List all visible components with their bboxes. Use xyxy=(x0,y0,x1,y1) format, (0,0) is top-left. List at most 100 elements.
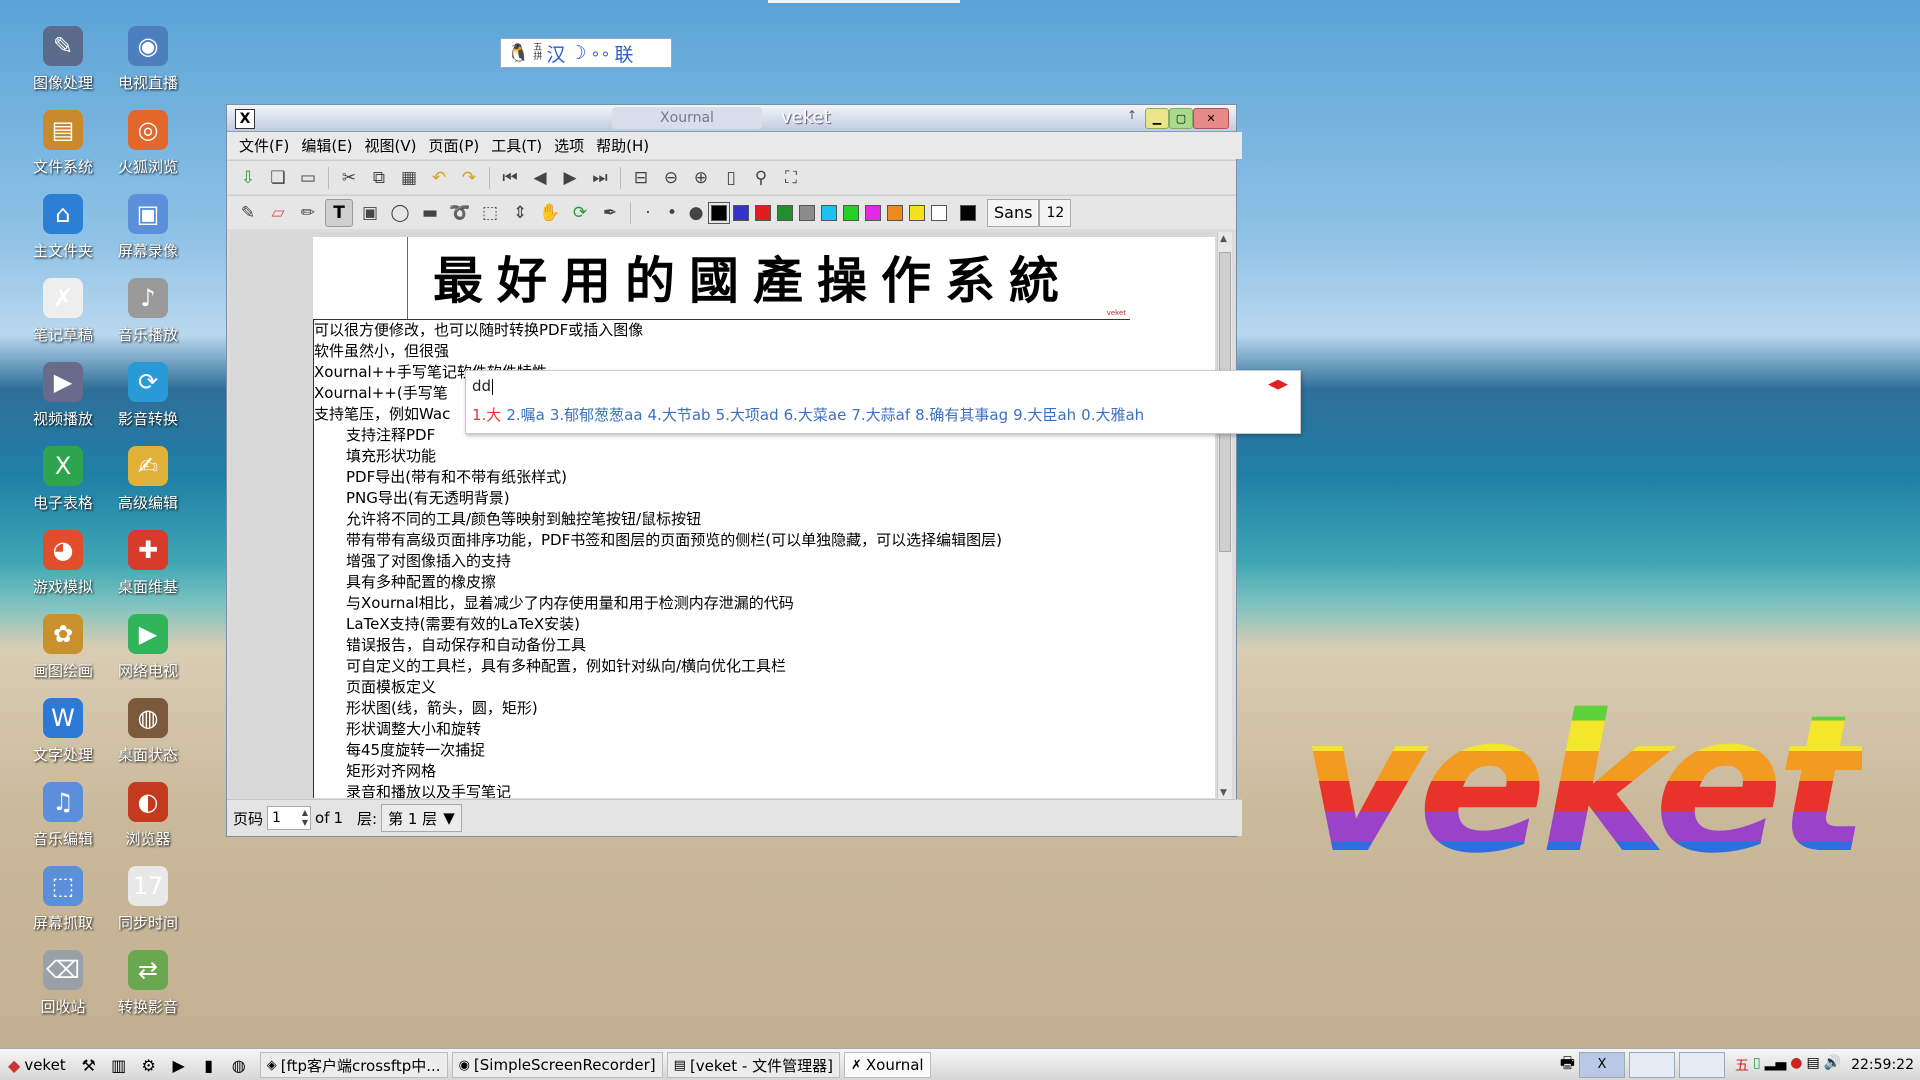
page-width-icon[interactable]: ▯ xyxy=(718,165,744,191)
undo-icon[interactable]: ↶ xyxy=(426,165,452,191)
banner-image[interactable]: 最好用的國產操作系統 veket xyxy=(313,237,1130,320)
color-swatch[interactable] xyxy=(708,201,730,224)
desktop-icon[interactable]: ✿ 画图绘画 xyxy=(22,610,104,690)
desktop-icon[interactable]: ◐ 浏览器 xyxy=(107,778,189,858)
ime-candidate[interactable]: 0.大雅ah xyxy=(1081,406,1144,424)
pen-size-button[interactable]: · xyxy=(638,200,658,226)
desktop-icon[interactable]: ◉ 电视直播 xyxy=(107,22,189,102)
menu-item[interactable]: 页面(P) xyxy=(423,135,486,156)
terminal-icon[interactable]: ▮ xyxy=(198,1054,220,1076)
menu-item[interactable]: 帮助(H) xyxy=(590,135,655,156)
shape-icon[interactable]: ◯ xyxy=(387,200,413,226)
printer-icon[interactable]: 🖶 xyxy=(1560,1052,1575,1079)
hand-icon[interactable]: ✋ xyxy=(537,200,563,226)
copy-icon[interactable]: ⧉ xyxy=(366,165,392,191)
color-swatch[interactable] xyxy=(865,204,881,221)
first-page-icon[interactable]: ⏮ xyxy=(497,165,523,191)
pen-size-button[interactable]: • xyxy=(662,200,682,226)
desktop-icon[interactable]: ▣ 屏幕录像 xyxy=(107,190,189,270)
zoom-out-icon[interactable]: ⊖ xyxy=(658,165,684,191)
image-icon[interactable]: ▣ xyxy=(357,200,383,226)
color-swatch[interactable] xyxy=(843,204,859,221)
menu-item[interactable]: 编辑(E) xyxy=(295,135,358,156)
color-swatch[interactable] xyxy=(755,204,771,221)
ime-mode[interactable]: 五 拼 xyxy=(533,44,542,62)
system-monitor-icon[interactable]: ▥ xyxy=(108,1054,130,1076)
ime-candidate[interactable]: 1.大 xyxy=(472,406,501,424)
pen-icon[interactable]: ✎ xyxy=(235,200,261,226)
page-spinner[interactable]: 1 ▲ ▼ xyxy=(267,806,312,830)
cut-icon[interactable]: ✂ xyxy=(336,165,362,191)
globe-icon[interactable]: ◍ xyxy=(228,1054,250,1076)
eraser-icon[interactable]: ▱ xyxy=(265,200,291,226)
network-icon[interactable]: ⚙ xyxy=(138,1054,160,1076)
desktop-icon[interactable]: ⌂ 主文件夹 xyxy=(22,190,104,270)
chevron-down-icon[interactable]: ▼ xyxy=(443,809,455,827)
penguin-icon[interactable]: 🐧 xyxy=(507,43,529,64)
xournal-app-icon[interactable]: X xyxy=(235,109,255,129)
tools-icon[interactable]: ⚒ xyxy=(78,1054,100,1076)
ime-link[interactable]: 联 xyxy=(615,40,634,67)
desktop-icon[interactable]: ♫ 音乐编辑 xyxy=(22,778,104,858)
color-swatch[interactable] xyxy=(887,204,903,221)
desktop-icon[interactable]: W 文字处理 xyxy=(22,694,104,774)
ime-candidate[interactable]: 6.大菜ae xyxy=(784,406,847,424)
fullscreen-icon[interactable]: ⛶ xyxy=(778,165,804,191)
menu-item[interactable]: 选项 xyxy=(548,135,590,156)
color-swatch[interactable] xyxy=(777,204,793,221)
ime-candidate[interactable]: 7.大蒜af xyxy=(851,406,910,424)
desktop-icon[interactable]: ⇄ 转换影音 xyxy=(107,946,189,1026)
last-page-icon[interactable]: ⏭ xyxy=(587,165,613,191)
desktop-icon[interactable]: ⬚ 屏幕抓取 xyxy=(22,862,104,942)
desktop-icon[interactable]: X 电子表格 xyxy=(22,442,104,522)
maximize-button[interactable]: ▢ xyxy=(1169,108,1193,129)
desktop-icon[interactable]: ▶ 视频播放 xyxy=(22,358,104,438)
zoom-in-icon[interactable]: ⊕ xyxy=(688,165,714,191)
clipboard-icon[interactable]: ▤ xyxy=(1806,1055,1819,1075)
taskbar-item[interactable]: ◈ [ftp客户端crossftp中... xyxy=(259,1052,448,1078)
desktop-switch-2[interactable] xyxy=(1628,1052,1675,1078)
minimize-button[interactable]: ▁ xyxy=(1145,108,1169,129)
desktop-icon[interactable]: ◕ 游戏模拟 xyxy=(22,526,104,606)
signal-icon[interactable]: ▂▄ xyxy=(1765,1055,1787,1075)
desktop-icon[interactable]: ♪ 音乐播放 xyxy=(107,274,189,354)
paste-icon[interactable]: ▦ xyxy=(396,165,422,191)
desktop-icon[interactable]: ▶ 网络电视 xyxy=(107,610,189,690)
highlighter-icon[interactable]: ✏ xyxy=(295,200,321,226)
start-button[interactable]: ◆ veket xyxy=(0,1051,74,1079)
color-swatch[interactable] xyxy=(733,204,749,221)
zoom-fit-icon[interactable]: ⊟ xyxy=(628,165,654,191)
ime-candidate[interactable]: 9.大臣ah xyxy=(1013,406,1076,424)
vertical-scrollbar[interactable]: ▲ ▼ xyxy=(1217,232,1232,800)
desktop-icon[interactable]: ✚ 桌面维基 xyxy=(107,526,189,606)
refresh-icon[interactable]: ⟳ xyxy=(567,200,593,226)
menu-item[interactable]: 文件(F) xyxy=(233,135,295,156)
color-swatch[interactable] xyxy=(799,204,815,221)
ime-lang[interactable]: 汉 xyxy=(546,40,565,67)
ime-candidate[interactable]: 8.确有其事ag xyxy=(915,406,1008,424)
text-icon[interactable]: T xyxy=(325,198,353,227)
menu-item[interactable]: 工具(T) xyxy=(485,135,548,156)
close-button[interactable]: ✕ xyxy=(1193,108,1229,129)
desktop-switch-1[interactable]: X xyxy=(1578,1052,1625,1078)
taskbar-item[interactable]: ✗ Xournal xyxy=(843,1052,931,1078)
save-icon[interactable]: ⇩ xyxy=(235,165,261,191)
desktop-icon[interactable]: ✍ 高级编辑 xyxy=(107,442,189,522)
prev-page-icon[interactable]: ◀ xyxy=(527,165,553,191)
ime-toolbar[interactable]: 🐧 五 拼 汉 ☽ ∘∘ 联 xyxy=(500,38,672,68)
rect-select-icon[interactable]: ⬚ xyxy=(477,200,503,226)
pin-icon[interactable]: ↑ xyxy=(1127,108,1137,122)
color-swatch[interactable] xyxy=(909,204,925,221)
ime-candidate[interactable]: 3.郁郁葱葱aa xyxy=(550,406,643,424)
candidate-paging-icon[interactable]: ◀▶ xyxy=(1268,377,1288,392)
ime-wubi-icon[interactable]: 五 xyxy=(1735,1055,1749,1075)
scroll-up-icon[interactable]: ▲ xyxy=(1220,234,1227,244)
volume-icon[interactable]: 🔊 xyxy=(1824,1055,1841,1075)
taskbar-item[interactable]: ◉ [SimpleScreenRecorder] xyxy=(451,1052,663,1078)
desktop-icon[interactable]: ⌫ 回收站 xyxy=(22,946,104,1026)
taskbar-item[interactable]: ▤ [veket - 文件管理器] xyxy=(666,1052,840,1078)
color-swatch[interactable] xyxy=(931,204,947,221)
document-area[interactable]: 最好用的國產操作系統 veket 可以很方便修改，也可以随时转换PDF或插入图像… xyxy=(230,232,1215,798)
ime-candidate[interactable]: 5.大项ad xyxy=(716,406,779,424)
desktop-icon[interactable]: ⟳ 影音转换 xyxy=(107,358,189,438)
